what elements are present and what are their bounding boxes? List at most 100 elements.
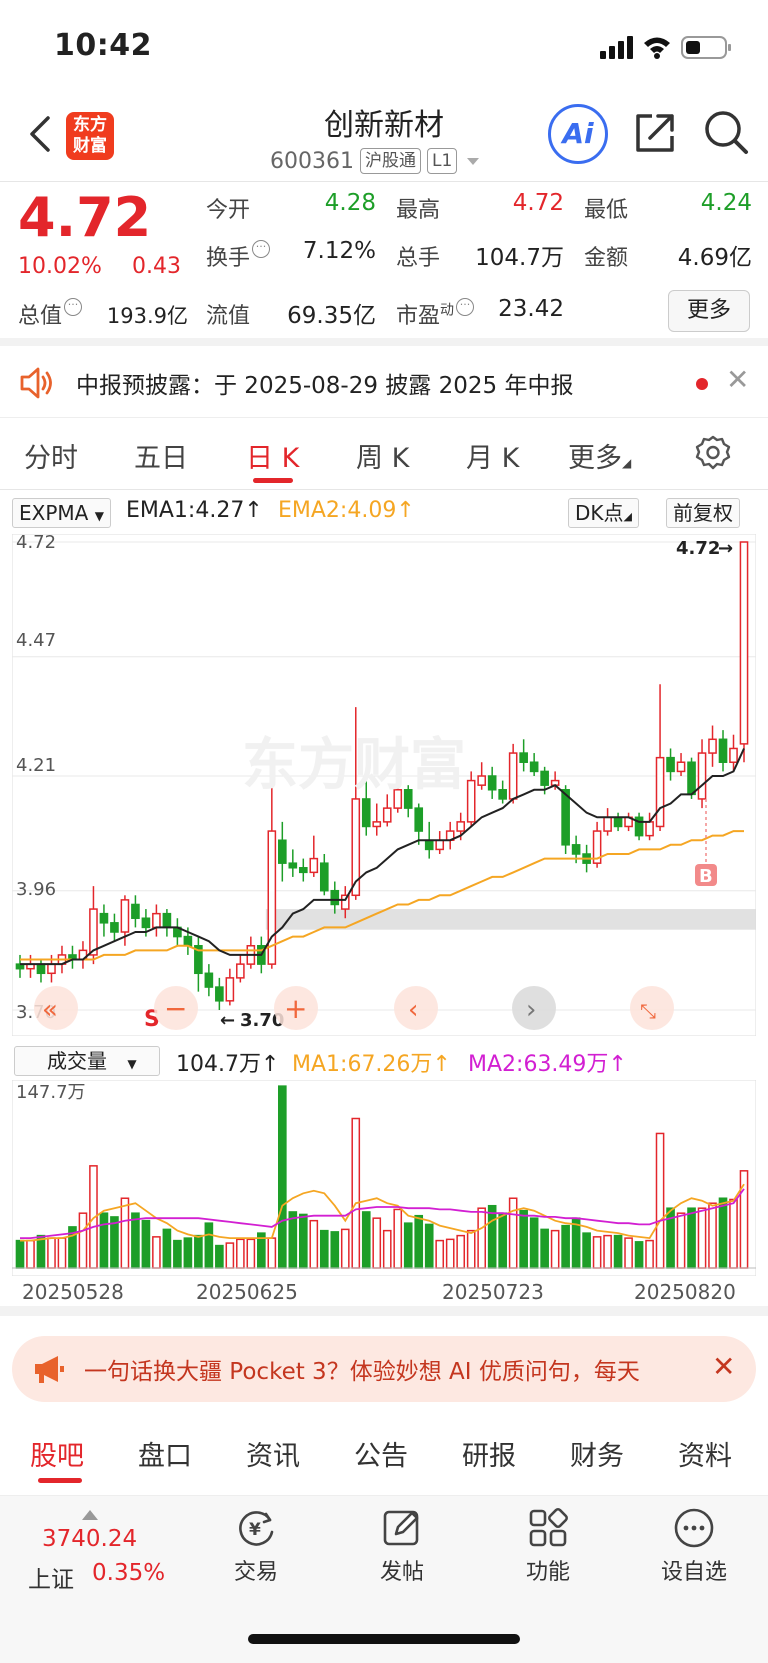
volume-bar — [120, 1197, 130, 1269]
volume-bar — [340, 1228, 350, 1269]
candle-body — [540, 770, 549, 786]
gear-icon[interactable] — [694, 434, 732, 472]
tab-weekly-k[interactable]: 周 K — [356, 436, 409, 475]
volume-bar — [204, 1222, 214, 1269]
info-icon: ··· — [456, 298, 475, 316]
volume-bar — [361, 1211, 371, 1269]
index-value: 3740.24 — [42, 1526, 138, 1552]
zoom-in-button[interactable]: + — [274, 986, 318, 1030]
notice-bar[interactable]: 中报预披露：于 2025-08-29 披露 2025 年中报 ✕ — [0, 346, 768, 418]
stock-header: 东方 财富 创新新材 600361 沪股通 L1 Ai — [0, 90, 768, 182]
svg-text:→: → — [718, 538, 733, 559]
volume-bar — [372, 1217, 382, 1269]
tab-announcements[interactable]: 公告 — [354, 1434, 408, 1473]
more-quote-button[interactable]: 更多 — [668, 290, 750, 332]
volume-bar — [529, 1217, 539, 1269]
tab-more[interactable]: 更多◢ — [568, 436, 631, 475]
tab-financials[interactable]: 财务 — [570, 1434, 624, 1473]
candle-body — [708, 738, 717, 754]
caret-down-icon: ▼ — [127, 1057, 137, 1071]
volume-indicator-bar: 成交量 ▼ 104.7万↑ MA1:67.26万↑ MA2:63.49万↑ — [0, 1040, 768, 1080]
volume-bar — [519, 1209, 528, 1269]
notice-close-icon[interactable]: ✕ — [726, 366, 749, 394]
volume-bar — [236, 1238, 245, 1269]
mktcap-label[interactable]: 总值 ··· — [18, 298, 83, 330]
tab-daily-k[interactable]: 日 K — [246, 436, 299, 475]
search-icon[interactable] — [702, 108, 750, 156]
volume-bar — [278, 1085, 287, 1269]
volume-bar — [173, 1239, 182, 1269]
candle-body — [47, 963, 56, 975]
step-left-button[interactable]: ‹ — [394, 986, 438, 1030]
wifi-icon — [644, 37, 670, 59]
kline-chart[interactable]: 东方财富 4.72 4.47 4.21 3.96 3.70 4.72→ ←3.7… — [12, 534, 756, 1036]
tab-profile[interactable]: 资料 — [678, 1434, 732, 1473]
indicator-selector[interactable]: EXPMA ▼ — [12, 498, 111, 528]
tab-guba[interactable]: 股吧 — [30, 1434, 84, 1473]
step-right-button[interactable]: › — [512, 986, 556, 1030]
mktcap-value: 193.9亿 — [106, 304, 188, 328]
tab-research[interactable]: 研报 — [462, 1434, 516, 1473]
status-time: 10:42 — [54, 28, 152, 63]
ai-assistant-button[interactable]: Ai — [548, 104, 608, 164]
ad-close-icon[interactable]: ✕ — [712, 1352, 735, 1382]
volume-bar — [319, 1229, 329, 1269]
candle-body — [414, 807, 424, 832]
svg-text:«: « — [42, 995, 58, 1025]
volume-bar — [624, 1237, 633, 1269]
stock-code-row[interactable]: 600361 沪股通 L1 — [270, 146, 483, 176]
volume-selector[interactable]: 成交量 ▼ — [14, 1046, 160, 1076]
volume-bar — [697, 1207, 707, 1269]
info-icon: ··· — [252, 240, 271, 258]
candle-body — [162, 912, 172, 929]
volume-max-label: 147.7万 — [16, 1082, 86, 1103]
x-tick-label: 20250820 — [634, 1280, 736, 1304]
trade-button[interactable]: ¥ 交易 — [206, 1506, 306, 1586]
volume-bar — [718, 1197, 728, 1269]
volume-bar — [225, 1242, 235, 1269]
active-tab-indicator — [38, 1478, 82, 1483]
x-axis-dates: 20250528 20250625 20250723 20250820 — [0, 1276, 768, 1316]
cellular-signal-icon — [600, 36, 633, 59]
post-button[interactable]: 发帖 — [352, 1506, 452, 1586]
volume-bar — [15, 1239, 25, 1269]
candle-body — [687, 761, 696, 796]
candle-body — [204, 972, 214, 988]
status-icons — [600, 34, 740, 60]
candle-body — [424, 839, 434, 851]
volume-label: 总手 — [396, 246, 441, 271]
tab-order-book[interactable]: 盘口 — [138, 1434, 192, 1473]
candle-body — [330, 889, 340, 906]
y-tick-label: 3.96 — [16, 879, 56, 900]
scroll-left-button[interactable]: « — [34, 986, 78, 1030]
dk-point-button[interactable]: DK点◢ — [568, 498, 639, 528]
open-value: 4.28 — [324, 190, 376, 216]
tab-news[interactable]: 资讯 — [246, 1434, 300, 1473]
functions-button[interactable]: 功能 — [498, 1506, 598, 1586]
candle-body — [697, 752, 707, 800]
pe-label[interactable]: 市盈动 ··· — [396, 298, 475, 330]
zoom-out-button[interactable]: − — [154, 986, 198, 1030]
candle-body — [603, 816, 612, 832]
svg-text:←: ← — [220, 1010, 235, 1031]
candle-body — [141, 917, 151, 929]
add-watchlist-button[interactable]: 设自选 — [644, 1506, 744, 1586]
battery-icon — [681, 36, 731, 59]
tab-intraday[interactable]: 分时 — [24, 436, 78, 475]
turnover-label[interactable]: 换手 ··· — [206, 240, 271, 272]
volume-chart[interactable]: 147.7万 — [12, 1080, 756, 1276]
volume-bar — [131, 1212, 140, 1269]
tab-monthly-k[interactable]: 月 K — [466, 436, 519, 475]
candle-body — [666, 756, 675, 773]
bottom-toolbar: 3740.24 上证 0.35% ¥ 交易 发帖 功能 设自选 — [0, 1496, 768, 1663]
volume-bar — [676, 1212, 686, 1269]
fullscreen-button[interactable]: ⤡ — [630, 986, 674, 1030]
candle-body — [718, 738, 728, 763]
volume-bar — [435, 1239, 445, 1269]
high-price-marker: 4.72→ — [676, 538, 733, 559]
adjust-button[interactable]: 前复权 — [666, 498, 740, 528]
tab-five-day[interactable]: 五日 — [134, 436, 188, 475]
share-icon[interactable] — [632, 108, 680, 156]
ad-banner[interactable]: 一句话换大疆 Pocket 3？体验妙想 AI 优质问句，每天 ✕ — [12, 1336, 756, 1402]
candle-body — [529, 761, 539, 773]
